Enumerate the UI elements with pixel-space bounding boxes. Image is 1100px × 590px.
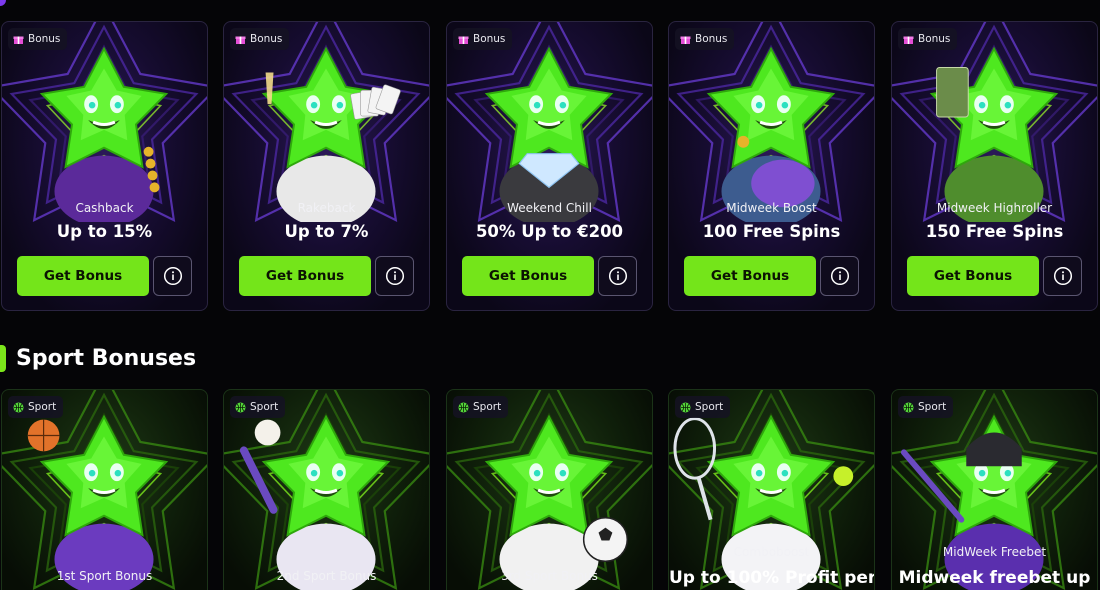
star-mascot-art [669, 22, 874, 222]
section-accent-bar [0, 344, 6, 372]
get-bonus-button[interactable]: Get Bonus [907, 256, 1039, 296]
gift-icon [458, 34, 469, 45]
top-accent-bar [0, 0, 6, 6]
sport-badge: Sport [675, 396, 731, 418]
info-button[interactable] [598, 256, 637, 296]
sport-card-1st[interactable]: Sport 1st Sport Bonus [1, 389, 208, 590]
info-icon [1053, 266, 1072, 286]
sport-badge: Sport [8, 396, 64, 418]
star-mascot-art [2, 22, 207, 222]
get-bonus-button[interactable]: Get Bonus [684, 256, 816, 296]
bonus-badge: Bonus [453, 28, 513, 50]
sport-badge: Sport [898, 396, 954, 418]
info-icon [385, 266, 404, 286]
ball-icon [13, 402, 24, 413]
badge-label: Sport [473, 401, 502, 413]
sport-title: 2nd Sport Bonus [276, 569, 377, 583]
info-button[interactable] [1043, 256, 1082, 296]
bonus-title: Midweek Boost [726, 201, 817, 215]
badge-label: Bonus [473, 33, 506, 45]
badge-label: Bonus [250, 33, 283, 45]
section-title: Sport Bonuses [16, 345, 197, 371]
sport-title: 3rd Sport Bonus [501, 569, 598, 583]
ball-icon [235, 402, 246, 413]
ball-icon [680, 402, 691, 413]
star-mascot-art [2, 390, 207, 590]
sport-value: Up to 100% Profit per [669, 568, 875, 588]
badge-label: Sport [250, 401, 279, 413]
bonus-badge: Bonus [230, 28, 290, 50]
star-mascot-art [892, 390, 1097, 590]
sport-card-comboboost[interactable]: Sport Comboboost Up to 100% Profit per [668, 389, 875, 590]
gift-icon [903, 34, 914, 45]
info-icon [163, 266, 182, 286]
sport-title: 1st Sport Bonus [56, 569, 153, 583]
sport-badge: Sport [230, 396, 286, 418]
ball-icon [903, 402, 914, 413]
badge-label: Bonus [28, 33, 61, 45]
info-button[interactable] [820, 256, 859, 296]
sport-title: MidWeek Freebet [942, 545, 1047, 559]
bonus-badge: Bonus [8, 28, 68, 50]
badge-label: Bonus [695, 33, 728, 45]
badge-label: Bonus [918, 33, 951, 45]
star-mascot-art [224, 22, 429, 222]
get-bonus-button[interactable]: Get Bonus [17, 256, 149, 296]
info-button[interactable] [153, 256, 192, 296]
sport-badge: Sport [453, 396, 509, 418]
get-bonus-button[interactable]: Get Bonus [239, 256, 371, 296]
sport-value: Midweek freebet up [898, 568, 1091, 588]
bonus-card-weekend-chill[interactable]: Bonus Weekend Chill 50% Up to €200 Get B… [446, 21, 653, 311]
info-icon [608, 266, 627, 286]
bonus-title: Midweek Highroller [936, 201, 1053, 215]
bonus-value: 50% Up to €200 [475, 222, 624, 241]
badge-label: Sport [918, 401, 947, 413]
star-mascot-art [447, 390, 652, 590]
ball-icon [458, 402, 469, 413]
info-button[interactable] [375, 256, 414, 296]
sport-card-midweek-freebet[interactable]: Sport MidWeek Freebet Midweek freebet up [891, 389, 1098, 590]
bonus-badge: Bonus [898, 28, 958, 50]
sport-title: Comboboost [733, 545, 810, 559]
bonus-card-rakeback[interactable]: Bonus Rakeback Up to 7% Get Bonus [223, 21, 430, 311]
gift-icon [13, 34, 24, 45]
gift-icon [680, 34, 691, 45]
gift-icon [235, 34, 246, 45]
bonus-title: Rakeback [297, 201, 356, 215]
sport-card-2nd[interactable]: Sport 2nd Sport Bonus [223, 389, 430, 590]
bonus-value: Up to 7% [284, 222, 369, 241]
badge-label: Sport [695, 401, 724, 413]
sport-card-3rd[interactable]: Sport 3rd Sport Bonus [446, 389, 653, 590]
badge-label: Sport [28, 401, 57, 413]
bonus-title: Cashback [75, 201, 134, 215]
bonus-title: Weekend Chill [507, 201, 592, 215]
info-icon [830, 266, 849, 286]
bonus-value: 100 Free Spins [702, 222, 841, 241]
bonus-card-cashback[interactable]: Bonus Cashback Up to 15% Get Bonus [1, 21, 208, 311]
star-mascot-art [224, 390, 429, 590]
star-mascot-art [447, 22, 652, 222]
bonus-badge: Bonus [675, 28, 735, 50]
star-mascot-art [892, 22, 1097, 222]
get-bonus-button[interactable]: Get Bonus [462, 256, 594, 296]
bonus-card-midweek-highroller[interactable]: Bonus Midweek Highroller 150 Free Spins … [891, 21, 1098, 311]
sport-bonuses-heading: Sport Bonuses [0, 343, 196, 373]
bonus-card-midweek-boost[interactable]: Bonus Midweek Boost 100 Free Spins Get B… [668, 21, 875, 311]
star-mascot-art [669, 390, 874, 590]
bonus-value: Up to 15% [56, 222, 153, 241]
bonus-value: 150 Free Spins [925, 222, 1064, 241]
